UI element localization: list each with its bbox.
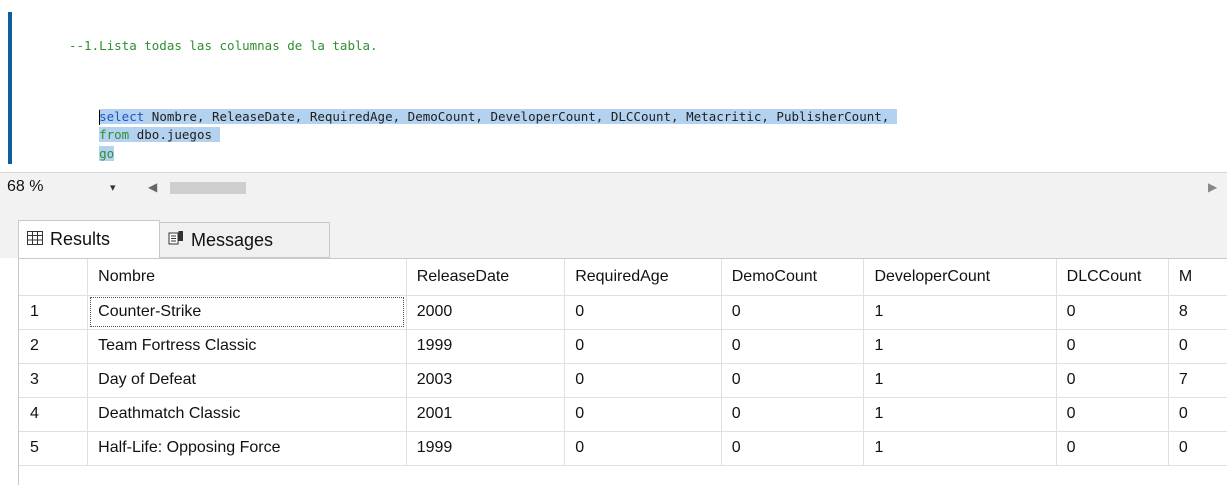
table-cell[interactable]: 1999	[406, 329, 566, 364]
grid-icon	[27, 230, 43, 249]
table-cell[interactable]: 0	[1168, 397, 1227, 432]
row-number[interactable]: 1	[19, 295, 89, 330]
table-cell[interactable]: 1	[863, 329, 1057, 364]
table-cell[interactable]: 0	[1056, 295, 1169, 330]
table-cell[interactable]: 1	[863, 295, 1057, 330]
tab-results-label: Results	[50, 229, 111, 249]
tab-messages[interactable]: Messages	[160, 222, 330, 258]
table-cell[interactable]: Half-Life: Opposing Force	[87, 431, 407, 466]
table-cell[interactable]: 0	[1056, 329, 1169, 364]
table-cell[interactable]: 2000	[406, 295, 566, 330]
table-cell[interactable]: 1	[863, 431, 1057, 466]
table-cell[interactable]: 0	[721, 431, 865, 466]
messages-icon	[168, 230, 184, 250]
chevron-down-icon[interactable]: ▾	[110, 181, 122, 194]
row-number[interactable]: 5	[19, 431, 89, 466]
table-row[interactable]: 4 Deathmatch Classic 2001 0 0 1 0 0	[19, 397, 1227, 432]
select-columns: Nombre, ReleaseDate, RequiredAge, DemoCo…	[144, 109, 897, 124]
table-cell[interactable]: 8	[1168, 295, 1227, 330]
table-cell[interactable]: 1999	[406, 431, 566, 466]
code-from-line[interactable]: from dbo.juegos	[69, 109, 220, 142]
table-cell[interactable]: 2003	[406, 363, 566, 398]
code-select-line[interactable]: select Nombre, ReleaseDate, RequiredAge,…	[69, 91, 897, 125]
scroll-right-icon[interactable]: ▶	[1208, 180, 1217, 194]
table-cell[interactable]: 0	[564, 295, 722, 330]
zoom-level[interactable]: 68 %	[7, 178, 43, 196]
column-header[interactable]: M	[1168, 259, 1227, 296]
table-cell[interactable]: 0	[721, 363, 865, 398]
table-cell[interactable]: 1	[863, 363, 1057, 398]
table-cell[interactable]: 0	[1168, 431, 1227, 466]
tab-results[interactable]: Results	[18, 220, 160, 258]
table-cell[interactable]: 7	[1168, 363, 1227, 398]
table-row[interactable]: 5 Half-Life: Opposing Force 1999 0 0 1 0…	[19, 431, 1227, 466]
table-cell[interactable]: 0	[721, 295, 865, 330]
editor-statusbar: 68 % ▾ ◀ ▶	[0, 172, 1227, 203]
scroll-left-icon[interactable]: ◀	[148, 180, 157, 194]
go-keyword: go	[99, 146, 115, 161]
table-cell[interactable]: 0	[721, 329, 865, 364]
table-cell[interactable]: 0	[1056, 431, 1169, 466]
horizontal-scroll-thumb[interactable]	[170, 182, 246, 194]
column-header[interactable]: DLCCount	[1056, 259, 1169, 296]
row-number[interactable]: 2	[19, 329, 89, 364]
column-header[interactable]: Nombre	[87, 259, 407, 296]
code-comment-line: --1.Lista todas las columnas de la tabla…	[69, 38, 378, 53]
column-header[interactable]: ReleaseDate	[406, 259, 566, 296]
column-header[interactable]: RequiredAge	[564, 259, 722, 296]
table-row[interactable]: 2 Team Fortress Classic 1999 0 0 1 0 0	[19, 329, 1227, 364]
row-number-header[interactable]	[19, 259, 89, 296]
table-cell[interactable]: 2001	[406, 397, 566, 432]
code-go-line[interactable]: go	[69, 128, 115, 161]
table-cell[interactable]: 0	[564, 363, 722, 398]
table-cell[interactable]: 0	[564, 329, 722, 364]
table-cell[interactable]: 0	[564, 431, 722, 466]
table-row[interactable]: 3 Day of Defeat 2003 0 0 1 0 7	[19, 363, 1227, 398]
table-row[interactable]: 1 Counter-Strike 2000 0 0 1 0 8	[19, 295, 1227, 330]
table-cell[interactable]: 1	[863, 397, 1057, 432]
editor-change-marker	[8, 12, 12, 164]
table-cell[interactable]: Day of Defeat	[87, 363, 407, 398]
table-cell[interactable]: Deathmatch Classic	[87, 397, 407, 432]
result-tabs: Results Messages	[0, 202, 1227, 258]
row-number[interactable]: 4	[19, 397, 89, 432]
table-cell[interactable]: 0	[1056, 363, 1169, 398]
table-cell[interactable]: Counter-Strike	[87, 295, 407, 330]
header-row: Nombre ReleaseDate RequiredAge DemoCount…	[19, 259, 1227, 296]
query-editor[interactable]: --1.Lista todas las columnas de la tabla…	[0, 0, 1227, 172]
from-table: dbo.juegos	[129, 127, 220, 142]
column-header[interactable]: DeveloperCount	[863, 259, 1057, 296]
table-cell[interactable]: 0	[564, 397, 722, 432]
table-cell[interactable]: Team Fortress Classic	[87, 329, 407, 364]
row-number[interactable]: 3	[19, 363, 89, 398]
results-grid[interactable]: Nombre ReleaseDate RequiredAge DemoCount…	[18, 258, 1227, 485]
table-cell[interactable]: 0	[721, 397, 865, 432]
table-cell[interactable]: 0	[1168, 329, 1227, 364]
table-cell[interactable]: 0	[1056, 397, 1169, 432]
tab-messages-label: Messages	[191, 229, 274, 250]
column-header[interactable]: DemoCount	[721, 259, 865, 296]
